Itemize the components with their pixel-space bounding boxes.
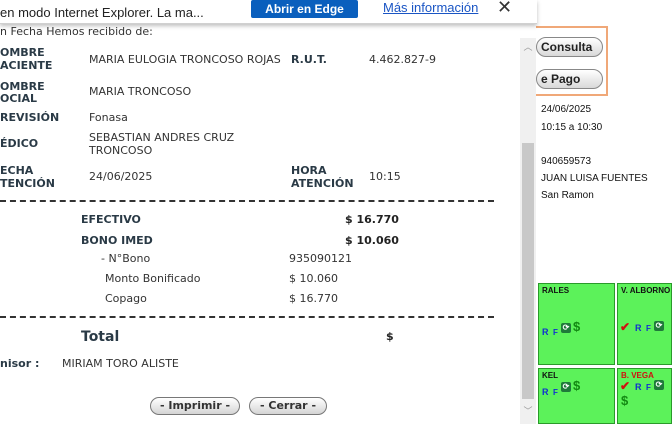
patient-label: OMBRE xyxy=(0,46,45,59)
monto-bonificado-value: $ 10.060 xyxy=(289,272,338,285)
pago-button[interactable]: e Pago xyxy=(536,69,603,89)
close-icon[interactable]: ✕ xyxy=(497,0,512,18)
contact-phone: 940659573 xyxy=(541,156,592,167)
f-icon[interactable]: F xyxy=(646,383,651,392)
hora-value: 10:15 xyxy=(369,170,401,183)
patient-name: MARIA EULOGIA TRONCOSO ROJAS xyxy=(89,53,281,66)
appointment-time-range: 10:15 a 10:30 xyxy=(541,122,603,133)
check-icon[interactable]: ✔ xyxy=(620,379,630,393)
medico-label: ÉDICO xyxy=(0,137,39,150)
social-name-label: OCIAL xyxy=(0,92,38,105)
schedule-tile[interactable]: B. VEGA ✔ R F ⟳ $ xyxy=(617,368,672,424)
copago-value: $ 16.770 xyxy=(289,292,338,305)
copago-label: Copago xyxy=(105,292,147,305)
consulta-button[interactable]: Consulta xyxy=(536,37,603,57)
hora-label: HORA xyxy=(291,164,327,177)
schedule-tile[interactable]: V. ALBORNO ✔ R F ⟳ xyxy=(617,283,672,365)
tile-name: KEL xyxy=(542,371,558,380)
check-icon[interactable]: ✔ xyxy=(620,320,630,334)
fecha-label: TENCIÓN xyxy=(0,177,55,190)
hora-label: ATENCIÓN xyxy=(291,177,354,190)
r-icon[interactable]: R xyxy=(635,323,642,333)
fecha-value: 24/06/2025 xyxy=(89,170,153,183)
divider xyxy=(0,200,494,202)
ie-mode-message: en modo Internet Explorer. La ma... xyxy=(0,5,204,20)
more-info-link[interactable]: Más información xyxy=(383,0,478,15)
sync-icon[interactable]: ⟳ xyxy=(561,382,571,392)
appointment-date: 24/06/2025 xyxy=(541,104,592,115)
scroll-down-arrow-icon[interactable]: ﹀ xyxy=(522,404,534,417)
dollar-icon[interactable]: $ xyxy=(573,378,580,393)
nbono-value: 935090121 xyxy=(289,252,352,265)
schedule-tile[interactable]: KEL R F ⟳ $ xyxy=(538,368,615,424)
close-button[interactable]: - Cerrar - xyxy=(249,397,327,415)
f-icon[interactable]: F xyxy=(553,388,558,397)
dollar-icon[interactable]: $ xyxy=(573,319,580,334)
rut-label: R.U.T. xyxy=(291,53,327,66)
r-icon[interactable]: R xyxy=(635,382,642,392)
bono-label: BONO IMED xyxy=(81,234,153,247)
tile-name: V. ALBORNO xyxy=(621,286,671,295)
divider xyxy=(0,316,494,318)
print-button[interactable]: - Imprimir - xyxy=(150,397,240,415)
sync-icon[interactable]: ⟳ xyxy=(654,380,664,390)
schedule-tile[interactable]: RALES R F ⟳ $ xyxy=(538,283,615,365)
efectivo-label: EFECTIVO xyxy=(81,213,141,226)
bono-value: $ 10.060 xyxy=(345,234,399,247)
sync-icon[interactable]: ⟳ xyxy=(561,323,571,333)
sync-icon[interactable]: ⟳ xyxy=(654,321,664,331)
tile-name: RALES xyxy=(542,286,570,295)
r-icon[interactable]: R xyxy=(542,387,549,397)
medico-name: TRONCOSO xyxy=(89,144,153,157)
patient-label: ACIENTE xyxy=(0,59,53,72)
monto-bonificado-label: Monto Bonificado xyxy=(105,272,201,285)
contact-name: JUAN LUISA FUENTES xyxy=(541,173,648,184)
nbono-label: - N°Bono xyxy=(101,252,151,265)
f-icon[interactable]: F xyxy=(646,324,651,333)
emisor-value: MIRIAM TORO ALISTE xyxy=(62,357,179,370)
total-label: Total xyxy=(81,329,120,345)
medico-name: SEBASTIAN ANDRES CRUZ xyxy=(89,131,235,144)
prevision-value: Fonasa xyxy=(89,111,128,124)
social-name: MARIA TRONCOSO xyxy=(89,85,192,98)
prevision-label: REVISIÓN xyxy=(0,111,60,124)
fecha-label: ECHA xyxy=(0,164,34,177)
f-icon[interactable]: F xyxy=(553,328,558,337)
scrollbar-thumb[interactable] xyxy=(522,143,534,399)
r-icon[interactable]: R xyxy=(542,327,549,337)
ie-mode-notification-bar: en modo Internet Explorer. La ma... Abri… xyxy=(0,0,537,24)
open-in-edge-button[interactable]: Abrir en Edge xyxy=(251,0,358,18)
emisor-label: nisor : xyxy=(0,357,40,370)
contact-commune: San Ramon xyxy=(541,190,594,201)
efectivo-value: $ 16.770 xyxy=(345,213,399,226)
scroll-up-arrow-icon[interactable]: ︿ xyxy=(522,40,534,53)
rut-value: 4.462.827-9 xyxy=(369,53,436,66)
dollar-icon[interactable]: $ xyxy=(621,393,628,408)
total-value: $ xyxy=(386,330,394,343)
receipt-intro: n Fecha Hemos recibido de: xyxy=(0,25,153,38)
